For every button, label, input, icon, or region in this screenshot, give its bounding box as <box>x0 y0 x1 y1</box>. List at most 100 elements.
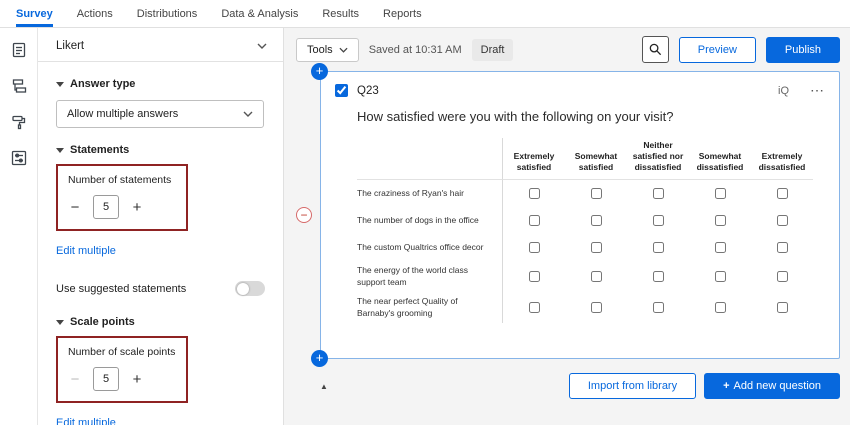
nav-tab-data-analysis[interactable]: Data & Analysis <box>221 0 298 27</box>
matrix-row-label[interactable]: The craziness of Ryan's hair <box>357 180 503 207</box>
matrix-checkbox[interactable] <box>653 188 664 199</box>
matrix-cell <box>503 292 565 323</box>
save-status-text: Saved at 10:31 AM <box>369 44 462 56</box>
matrix-cell <box>565 234 627 261</box>
scale-points-stepper: − 5 + <box>68 367 176 391</box>
matrix-checkbox[interactable] <box>591 302 602 313</box>
matrix-checkbox[interactable] <box>777 188 788 199</box>
add-new-question-label: Add new question <box>734 380 821 392</box>
matrix-checkbox[interactable] <box>591 271 602 282</box>
scale-points-count-label: Number of scale points <box>68 346 176 358</box>
look-and-feel-icon[interactable] <box>9 112 29 132</box>
edit-multiple-statements-link[interactable]: Edit multiple <box>56 245 116 257</box>
matrix-cell <box>751 207 813 234</box>
matrix-row-label[interactable]: The energy of the world class support te… <box>357 261 503 292</box>
scale-points-count-value[interactable]: 5 <box>93 367 119 391</box>
matrix-row-label[interactable]: The custom Qualtrics office decor <box>357 234 503 261</box>
matrix-checkbox[interactable] <box>591 215 602 226</box>
nav-tab-reports[interactable]: Reports <box>383 0 422 27</box>
matrix-cell <box>565 292 627 323</box>
question-id: Q23 <box>357 85 379 97</box>
question-card[interactable]: Q23 iQ ⋯ How satisfied were you with the… <box>320 71 840 359</box>
survey-flow-icon[interactable] <box>9 76 29 96</box>
matrix-checkbox[interactable] <box>715 271 726 282</box>
matrix-cell <box>689 234 751 261</box>
matrix-checkbox[interactable] <box>591 242 602 253</box>
question-text[interactable]: How satisfied were you with the followin… <box>357 109 825 124</box>
matrix-checkbox[interactable] <box>529 302 540 313</box>
decrease-scale-points-button[interactable]: − <box>68 372 82 387</box>
matrix-cell <box>503 261 565 292</box>
suggested-statements-label: Use suggested statements <box>56 283 186 295</box>
nav-tab-survey[interactable]: Survey <box>16 0 53 27</box>
remove-question-button[interactable]: − <box>296 207 312 223</box>
nav-tab-actions[interactable]: Actions <box>77 0 113 27</box>
suggested-statements-toggle[interactable] <box>235 281 265 296</box>
statements-stepper: − 5 + <box>68 195 176 219</box>
matrix-checkbox[interactable] <box>715 215 726 226</box>
matrix-checkbox[interactable] <box>715 242 726 253</box>
answer-type-title: Answer type <box>70 78 135 90</box>
matrix-checkbox[interactable] <box>529 188 540 199</box>
draft-status-badge: Draft <box>472 39 514 61</box>
statements-count-value[interactable]: 5 <box>93 195 119 219</box>
chevron-down-icon <box>339 44 348 56</box>
survey-editor-canvas: Tools Saved at 10:31 AM Draft Preview Pu… <box>284 28 850 425</box>
matrix-checkbox[interactable] <box>529 271 540 282</box>
search-button[interactable] <box>642 36 669 63</box>
matrix-checkbox[interactable] <box>653 271 664 282</box>
increase-scale-points-button[interactable]: + <box>130 372 144 387</box>
toggle-knob <box>237 283 249 295</box>
decrease-statements-button[interactable]: − <box>68 200 82 215</box>
matrix-row-label[interactable]: The number of dogs in the office <box>357 207 503 234</box>
scale-points-section-header[interactable]: Scale points <box>56 316 265 328</box>
import-from-library-button[interactable]: Import from library <box>569 373 696 399</box>
matrix-checkbox[interactable] <box>591 188 602 199</box>
add-new-question-button[interactable]: +Add new question <box>704 373 840 399</box>
add-question-below-button[interactable]: + <box>311 350 328 367</box>
add-question-above-button[interactable]: + <box>311 63 328 80</box>
matrix-checkbox[interactable] <box>715 302 726 313</box>
more-menu-icon[interactable]: ⋯ <box>810 82 825 99</box>
matrix-checkbox[interactable] <box>777 215 788 226</box>
matrix-row-label[interactable]: The near perfect Quality of Barnaby's gr… <box>357 292 503 323</box>
matrix-checkbox[interactable] <box>777 242 788 253</box>
scale-points-count-highlight: Number of scale points − 5 + <box>56 336 188 403</box>
iq-badge[interactable]: iQ <box>778 85 789 97</box>
answer-type-section-header[interactable]: Answer type <box>56 78 265 90</box>
question-type-value: Likert <box>56 40 84 52</box>
question-type-select[interactable]: Likert <box>38 31 283 62</box>
statements-section-header[interactable]: Statements <box>56 144 265 156</box>
matrix-checkbox[interactable] <box>777 302 788 313</box>
matrix-cell <box>565 207 627 234</box>
matrix-cell <box>689 261 751 292</box>
nav-tab-distributions[interactable]: Distributions <box>137 0 198 27</box>
increase-statements-button[interactable]: + <box>130 200 144 215</box>
question-select-checkbox[interactable] <box>335 84 348 97</box>
survey-options-icon[interactable] <box>9 148 29 168</box>
matrix-checkbox[interactable] <box>653 242 664 253</box>
survey-builder-icon[interactable] <box>9 40 29 60</box>
matrix-checkbox[interactable] <box>653 215 664 226</box>
tools-menu-button[interactable]: Tools <box>296 38 359 62</box>
canvas-footer: ▲ Import from library +Add new question <box>320 373 840 399</box>
statements-count-label: Number of statements <box>68 174 176 186</box>
matrix-checkbox[interactable] <box>715 188 726 199</box>
matrix-column-header: Somewhat satisfied <box>565 138 627 180</box>
matrix-checkbox[interactable] <box>777 271 788 282</box>
matrix-table: Extremely satisfied Somewhat satisfied N… <box>357 138 825 323</box>
answer-type-select[interactable]: Allow multiple answers <box>56 100 264 128</box>
preview-button[interactable]: Preview <box>679 37 756 63</box>
matrix-checkbox[interactable] <box>529 215 540 226</box>
scale-points-title: Scale points <box>70 316 135 328</box>
matrix-checkbox[interactable] <box>653 302 664 313</box>
answer-type-value: Allow multiple answers <box>67 108 178 120</box>
question-block-wrapper: + − + Q23 iQ ⋯ How satisfied were you wi… <box>320 71 840 359</box>
publish-button[interactable]: Publish <box>766 37 840 63</box>
matrix-cell <box>565 261 627 292</box>
editor-toolbar: Tools Saved at 10:31 AM Draft Preview Pu… <box>284 28 850 67</box>
collapse-question-button[interactable]: ▲ <box>320 382 328 391</box>
matrix-checkbox[interactable] <box>529 242 540 253</box>
nav-tab-results[interactable]: Results <box>322 0 359 27</box>
edit-multiple-scale-points-link[interactable]: Edit multiple <box>56 417 116 425</box>
